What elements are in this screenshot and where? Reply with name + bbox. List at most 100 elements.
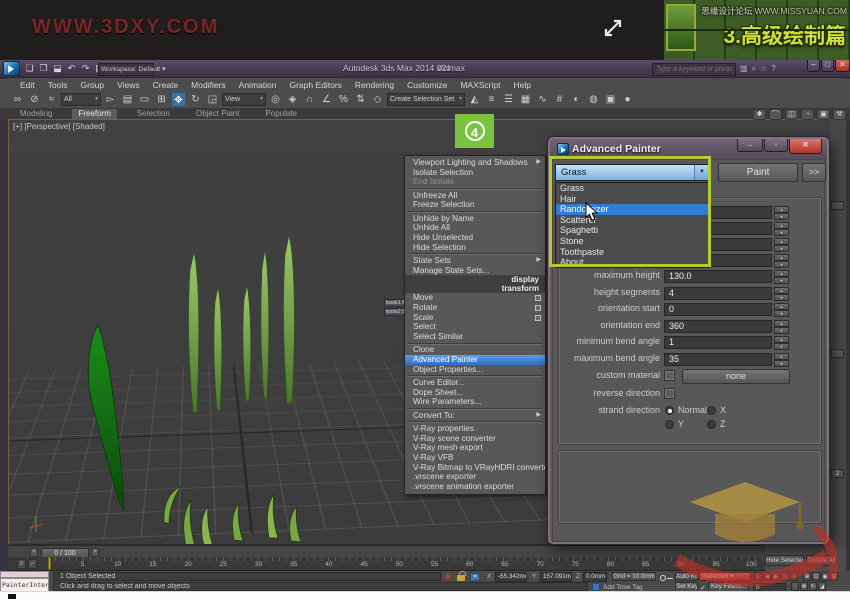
menu-tools[interactable]: Tools	[48, 80, 68, 90]
go-to-start-button[interactable]: «	[754, 572, 762, 581]
orientation-start-spinner[interactable]: ▴▾	[774, 303, 789, 316]
search-input[interactable]	[652, 63, 736, 76]
min-max-toggle-icon[interactable]: ◢	[818, 582, 826, 591]
quadmenu-item-viewport-lighting-and-shadows[interactable]: Viewport Lighting and Shadows▶	[405, 158, 545, 168]
unlink-selection-icon[interactable]: ⊘	[27, 92, 42, 107]
hierarchy-tab-icon[interactable]: ◫	[785, 109, 798, 120]
quadmenu-item-wire-parameters[interactable]: Wire Parameters...	[405, 397, 545, 407]
quadmenu-item-v-ray-vfb[interactable]: V-Ray VFB	[405, 453, 545, 463]
spin-up-icon[interactable]: ▴	[774, 206, 789, 213]
quadmenu-item-clone[interactable]: Clone	[405, 345, 545, 355]
menu-create[interactable]: Create	[153, 80, 179, 90]
undo-icon[interactable]: ↶	[66, 62, 77, 74]
settings-box-icon[interactable]	[535, 315, 541, 321]
dialog-close-button[interactable]: ✕	[789, 139, 822, 154]
quadmenu-item-object-properties[interactable]: Object Properties...	[405, 365, 545, 375]
maximize-viewport-icon[interactable]: ⊞	[830, 572, 838, 581]
hidden-param-spinner[interactable]: ▴▾	[774, 206, 789, 219]
spin-down-icon[interactable]: ▾	[774, 294, 789, 301]
spin-up-icon[interactable]: ▴	[774, 353, 789, 360]
spin-down-icon[interactable]: ▾	[774, 229, 789, 236]
mirror-icon[interactable]: ◭	[467, 92, 482, 107]
add-time-tag[interactable]: Add Time Tag	[603, 584, 643, 591]
custom-material-checkbox[interactable]	[664, 370, 675, 381]
communication-center-icon[interactable]: ▥	[740, 62, 748, 76]
percent-snap-icon[interactable]: %	[336, 92, 351, 107]
render-setup-icon[interactable]: ◍	[586, 92, 601, 107]
window-crossing-icon[interactable]: ⊞	[154, 92, 169, 107]
workspace-dropdown[interactable]: Workspace: Default ▾	[98, 63, 154, 76]
quadmenu-item-unhide-by-name[interactable]: Unhide by Name	[405, 214, 545, 224]
open-mini-curve-editor-icon[interactable]: ≡	[17, 559, 26, 569]
field-of-view-icon[interactable]: ◉	[821, 572, 829, 581]
quadmenu-item-unhide-all[interactable]: Unhide All	[405, 223, 545, 233]
spin-down-icon[interactable]: ▾	[774, 245, 789, 252]
spin-up-icon[interactable]: ▴	[774, 303, 789, 310]
menu-help[interactable]: Help	[513, 80, 530, 90]
unhide-all-button[interactable]: Unhide All	[806, 555, 837, 566]
menu-animation[interactable]: Animation	[239, 80, 277, 90]
isolate-toggle-icon[interactable]	[445, 574, 450, 579]
settings-box-icon[interactable]	[535, 305, 541, 311]
reverse-direction-checkbox[interactable]	[664, 388, 675, 399]
show-keys-toggle-icon[interactable]: ⌐	[28, 559, 37, 569]
quadmenu-item-state-sets[interactable]: State Sets▶	[405, 256, 545, 266]
zoom-icon[interactable]: ◌	[791, 582, 799, 591]
spin-down-icon[interactable]: ▾	[774, 343, 789, 350]
selection-filter-dropdown[interactable]: All▾	[61, 93, 101, 106]
orientation-end-spinner[interactable]: ▴▾	[774, 320, 789, 333]
spin-down-icon[interactable]: ▾	[774, 360, 789, 367]
maximum-height-spinner[interactable]: ▴▾	[774, 270, 789, 283]
new-scene-icon[interactable]: ❏	[24, 62, 35, 74]
paint-button[interactable]: Paint	[718, 163, 798, 182]
maximum-height-field[interactable]: 130.0	[664, 270, 772, 283]
quadmenu-item-v-ray-mesh-export[interactable]: V-Ray mesh export	[405, 443, 545, 453]
menu-maxscript[interactable]: MAXScript	[460, 80, 500, 90]
play-button[interactable]: ▶	[772, 572, 780, 581]
quadmenu-item-scale[interactable]: Scale	[405, 313, 545, 323]
display-tab-icon[interactable]: ▣	[817, 109, 830, 120]
quadmenu-item-hide-selection[interactable]: Hide Selection	[405, 243, 545, 253]
redo-icon[interactable]: ↷	[80, 62, 91, 74]
strand-x-radio[interactable]	[707, 406, 716, 415]
menu-rendering[interactable]: Rendering	[355, 80, 394, 90]
quadmenu-item-vrscene-exporter[interactable]: .vrscene exporter	[405, 472, 545, 482]
schematic-view-icon[interactable]: #	[552, 92, 567, 107]
close-button[interactable]: ✕	[835, 60, 850, 72]
quadmenu-item-v-ray-scene-converter[interactable]: V-Ray scene converter	[405, 434, 545, 444]
spin-down-icon[interactable]: ▾	[774, 310, 789, 317]
menu-views[interactable]: Views	[117, 80, 140, 90]
favorites-icon[interactable]: ☆	[760, 62, 767, 76]
minimum-bend-angle-spinner[interactable]: ▴▾	[774, 336, 789, 349]
menu-group[interactable]: Group	[81, 80, 105, 90]
strand-z-radio[interactable]	[707, 420, 716, 429]
zoom-region-icon[interactable]: ⊡	[812, 572, 820, 581]
open-file-icon[interactable]: ❐	[38, 62, 49, 74]
coord-y-field[interactable]: 157.091mm	[540, 572, 572, 582]
strand-y-radio[interactable]	[665, 420, 674, 429]
hidden-param-spinner[interactable]: ▴▾	[774, 222, 789, 235]
utilities-tab-icon[interactable]: ⚒	[833, 109, 846, 120]
3dsmax-logo[interactable]	[3, 61, 20, 76]
angle-snap-icon[interactable]: ∠	[319, 92, 334, 107]
quadmenu-item-isolate-selection[interactable]: Isolate Selection	[405, 168, 545, 178]
motion-tab-icon[interactable]: ◔	[801, 109, 814, 120]
tab-populate[interactable]: Populate	[259, 109, 303, 119]
material-editor-icon[interactable]: ◐	[569, 92, 584, 107]
spin-up-icon[interactable]: ▴	[774, 287, 789, 294]
previous-frame-button[interactable]: ◀	[763, 572, 771, 581]
expand-dialog-button[interactable]: >>	[802, 163, 826, 182]
hidden-param-spinner[interactable]: ▴▾	[774, 238, 789, 251]
tab-modeling[interactable]: Modeling	[14, 109, 58, 119]
quadmenu-item-move[interactable]: Move	[405, 293, 545, 303]
quadmenu-item-vrscene-animation-exporter[interactable]: .vrscene animation exporter	[405, 482, 545, 492]
search-icon[interactable]: ⌕	[752, 62, 756, 76]
tab-object-paint[interactable]: Object Paint	[190, 109, 246, 119]
spin-down-icon[interactable]: ▾	[774, 213, 789, 220]
rendered-frame-icon[interactable]: ▣	[603, 92, 618, 107]
maximize-button[interactable]: □	[821, 60, 834, 72]
create-tab-icon[interactable]: ✱	[753, 109, 766, 120]
spin-down-icon[interactable]: ▾	[774, 277, 789, 284]
spinner-snap-icon[interactable]: ⇅	[353, 92, 368, 107]
quadmenu-item-select[interactable]: Select	[405, 322, 545, 332]
